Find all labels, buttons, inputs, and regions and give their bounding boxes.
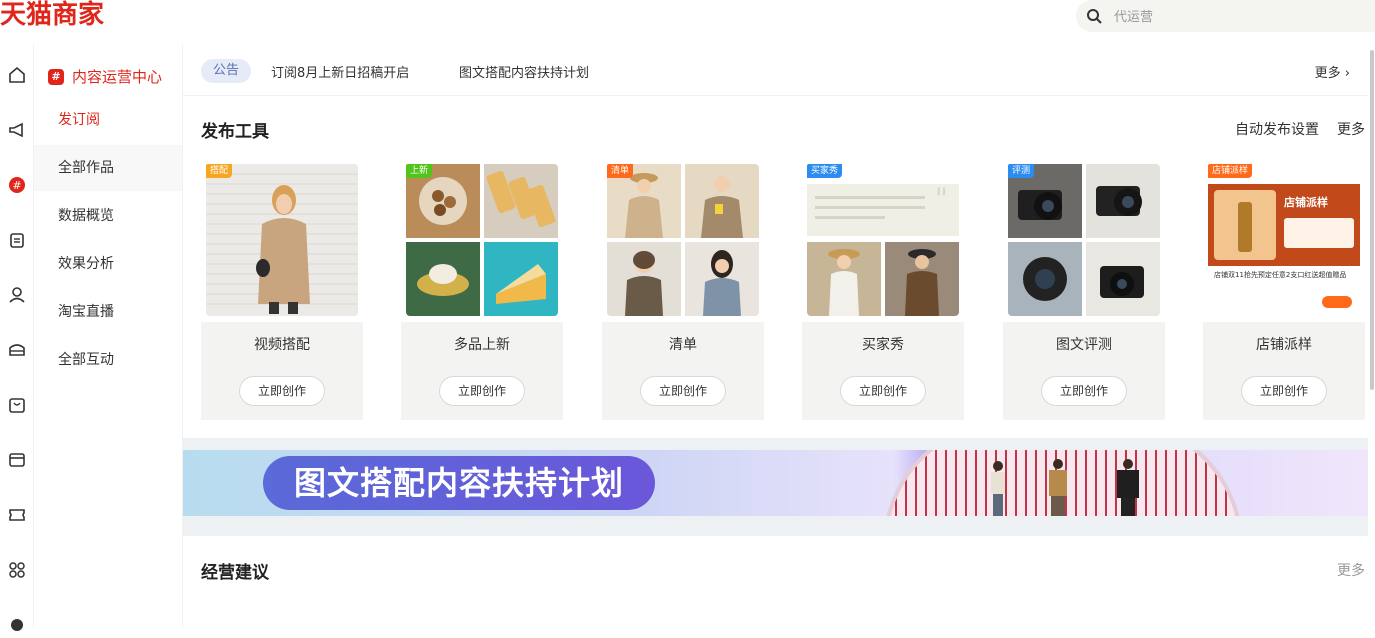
card-footer: 多品上新 立即创作 — [401, 322, 563, 420]
nav-item-effect-analysis[interactable]: 效果分析 — [34, 241, 182, 287]
banner-title: 图文搭配内容扶持计划 — [263, 456, 655, 510]
nav-item-all-works[interactable]: 全部作品 — [34, 145, 182, 191]
notice-item[interactable]: 订阅8月上新日招稿开启 — [271, 62, 409, 81]
card-badge: 评测 — [1008, 164, 1035, 178]
publish-more-link[interactable]: 更多 — [1337, 119, 1365, 139]
banner-section: 图文搭配内容扶持计划 — [183, 438, 1368, 536]
card-badge: 上新 — [406, 164, 433, 178]
main-content: 公告 订阅8月上新日招稿开启 图文搭配内容扶持计划 更多 › 发布工具 自动发布… — [183, 44, 1368, 627]
create-now-button[interactable]: 立即创作 — [1041, 376, 1127, 406]
card-image — [406, 164, 558, 316]
tmall-logo[interactable]: 天猫商家 — [0, 0, 104, 32]
card-footer: 视频搭配 立即创作 — [201, 322, 363, 420]
coupon-icon[interactable] — [0, 499, 34, 531]
create-now-button[interactable]: 立即创作 — [439, 376, 525, 406]
tool-card-shop-sample[interactable]: 店铺派样 店铺双11抢先预定任意2支口红送超值赠品 店铺派样 店铺派样 立即创作 — [1203, 164, 1365, 420]
publish-tools-title: 发布工具 — [201, 122, 269, 142]
nav-item-taobao-live[interactable]: 淘宝直播 — [34, 289, 182, 335]
hashtag-badge-icon: # — [48, 68, 64, 85]
card-badge: 店铺派样 — [1208, 164, 1253, 178]
user-icon[interactable] — [0, 279, 34, 311]
business-advice-title: 经营建议 — [201, 563, 269, 583]
create-now-button[interactable]: 立即创作 — [640, 376, 726, 406]
card-image — [607, 164, 759, 316]
lipstick-icon — [1238, 202, 1252, 252]
card-label: 买家秀 — [862, 337, 904, 353]
notice-more-link[interactable]: 更多 › — [1315, 62, 1350, 81]
card-image: " — [807, 164, 959, 316]
mannequins-illustration — [991, 459, 1139, 516]
svg-text:#: # — [12, 179, 21, 192]
create-now-button[interactable]: 立即创作 — [840, 376, 926, 406]
bag-icon[interactable] — [0, 389, 34, 421]
card-badge: 清单 — [607, 164, 634, 178]
nav-header[interactable]: # 内容运营中心 — [48, 66, 162, 87]
sample-action-pill — [1322, 296, 1352, 308]
promo-banner[interactable]: 图文搭配内容扶持计划 — [183, 450, 1368, 516]
nav-item-data-overview[interactable]: 数据概览 — [34, 193, 182, 239]
product-image — [1214, 190, 1276, 260]
card-icon[interactable] — [0, 444, 34, 476]
megaphone-icon[interactable] — [0, 114, 34, 146]
nav-item-all-interaction[interactable]: 全部互动 — [34, 337, 182, 383]
card-footer: 买家秀 立即创作 — [802, 322, 964, 420]
scrollbar-thumb[interactable] — [1370, 50, 1374, 390]
card-footer: 清单 立即创作 — [602, 322, 764, 420]
search-icon — [1087, 9, 1102, 24]
card-label: 多品上新 — [454, 337, 510, 353]
search-placeholder: 代运营 — [1114, 10, 1154, 25]
icon-rail: # — [0, 44, 34, 631]
tool-card-review[interactable]: 评测 图文评测 立即创作 — [1003, 164, 1165, 420]
notice-item[interactable]: 图文搭配内容扶持计划 — [459, 62, 589, 81]
top-bar: 天猫商家 代运营 — [0, 0, 1375, 44]
tool-card-buyer-show[interactable]: " 买家秀 买家秀 立即创作 — [802, 164, 964, 420]
tool-card-video-match[interactable]: 搭配 视频搭配 立即创作 — [201, 164, 363, 420]
apps-icon[interactable] — [0, 554, 34, 586]
auto-publish-settings-link[interactable]: 自动发布设置 — [1235, 119, 1319, 139]
nav-header-title: 内容运营中心 — [72, 68, 163, 86]
create-now-button[interactable]: 立即创作 — [239, 376, 325, 406]
sample-price-box — [1284, 218, 1354, 248]
card-badge: 买家秀 — [807, 164, 843, 178]
page-scrollbar[interactable] — [1369, 48, 1375, 627]
card-image — [1008, 164, 1160, 316]
card-label: 图文评测 — [1056, 337, 1112, 353]
tool-card-list[interactable]: 清单 清单 立即创作 — [602, 164, 764, 420]
card-label: 店铺派样 — [1256, 337, 1312, 353]
search-box[interactable]: 代运营 — [1076, 0, 1375, 32]
card-label: 清单 — [669, 337, 697, 353]
more-icon[interactable] — [0, 606, 34, 638]
advice-more-link[interactable]: 更多 — [1337, 560, 1365, 580]
sample-description: 店铺双11抢先预定任意2支口红送超值赠品 — [1214, 271, 1347, 279]
card-badge: 搭配 — [206, 164, 233, 178]
card-footer: 图文评测 立即创作 — [1003, 322, 1165, 420]
card-label: 视频搭配 — [254, 337, 310, 353]
card-image — [206, 164, 358, 316]
home-icon[interactable] — [0, 59, 34, 91]
clipboard-icon[interactable] — [0, 224, 34, 256]
notice-tag: 公告 — [201, 59, 251, 83]
hashtag-icon[interactable]: # — [0, 169, 34, 201]
nav-item-subscribe[interactable]: 发订阅 — [34, 97, 182, 143]
create-now-button[interactable]: 立即创作 — [1241, 376, 1327, 406]
sample-banner: 店铺派样 — [1208, 184, 1360, 266]
notice-bar: 公告 订阅8月上新日招稿开启 图文搭配内容扶持计划 更多 › — [183, 44, 1368, 96]
card-image: 店铺派样 店铺双11抢先预定任意2支口红送超值赠品 — [1208, 164, 1360, 316]
sample-inner-title: 店铺派样 — [1284, 196, 1328, 209]
content-center-nav: # 内容运营中心 发订阅 全部作品 数据概览 效果分析 淘宝直播 全部互动 — [34, 44, 183, 627]
card-footer: 店铺派样 立即创作 — [1203, 322, 1365, 420]
tool-card-multi-new[interactable]: 上新 多品上新 立即创作 — [401, 164, 563, 420]
svg-text:": " — [935, 182, 948, 215]
shop-icon[interactable] — [0, 334, 34, 366]
